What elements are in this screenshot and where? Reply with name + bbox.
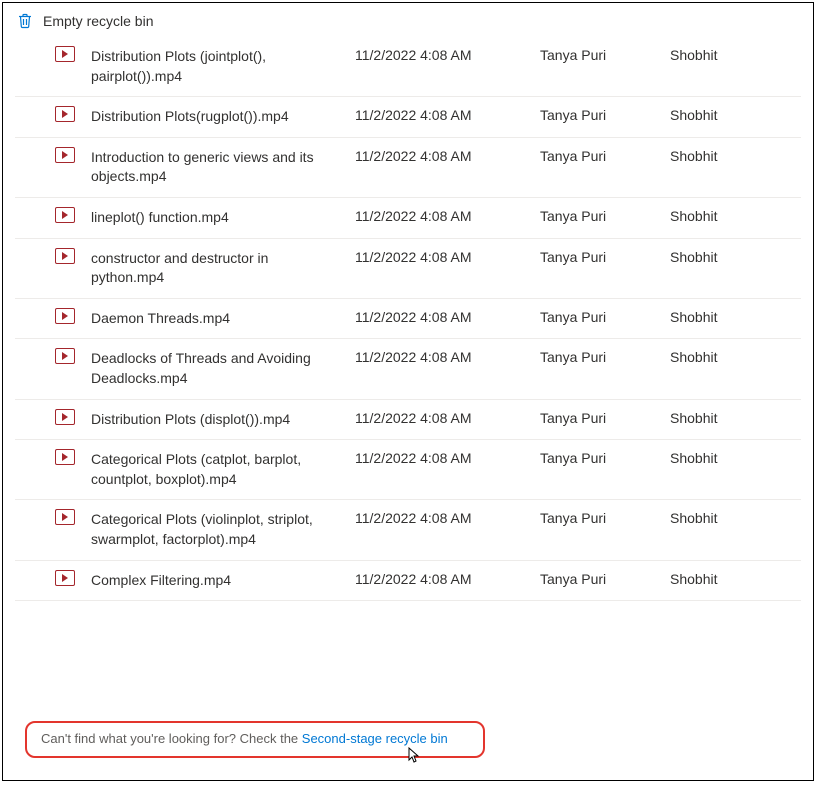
- row-select-cell[interactable]: [15, 560, 45, 601]
- deleted-by: Tanya Puri: [534, 440, 664, 500]
- file-name[interactable]: Distribution Plots (jointplot(), pairplo…: [85, 37, 349, 97]
- created-by: Shobhit: [664, 560, 801, 601]
- video-icon: [55, 147, 75, 163]
- table-row[interactable]: Introduction to generic views and its ob…: [15, 137, 801, 197]
- file-type-cell: [45, 37, 85, 97]
- row-select-cell[interactable]: [15, 440, 45, 500]
- created-by: Shobhit: [664, 238, 801, 298]
- row-select-cell[interactable]: [15, 197, 45, 238]
- file-name[interactable]: lineplot() function.mp4: [85, 197, 349, 238]
- created-by: Shobhit: [664, 37, 801, 97]
- date-deleted: 11/2/2022 4:08 AM: [349, 560, 534, 601]
- file-name[interactable]: Distribution Plots (displot()).mp4: [85, 399, 349, 440]
- row-select-cell[interactable]: [15, 137, 45, 197]
- video-icon: [55, 449, 75, 465]
- video-icon: [55, 207, 75, 223]
- footer-text: Can't find what you're looking for? Chec…: [41, 731, 302, 746]
- deleted-by: Tanya Puri: [534, 500, 664, 560]
- date-deleted: 11/2/2022 4:08 AM: [349, 137, 534, 197]
- row-select-cell[interactable]: [15, 97, 45, 138]
- table-row[interactable]: Complex Filtering.mp411/2/2022 4:08 AMTa…: [15, 560, 801, 601]
- created-by: Shobhit: [664, 500, 801, 560]
- file-type-cell: [45, 440, 85, 500]
- file-type-cell: [45, 560, 85, 601]
- file-type-cell: [45, 399, 85, 440]
- video-icon: [55, 106, 75, 122]
- row-select-cell[interactable]: [15, 500, 45, 560]
- file-name[interactable]: constructor and destructor in python.mp4: [85, 238, 349, 298]
- deleted-by: Tanya Puri: [534, 560, 664, 601]
- file-name[interactable]: Deadlocks of Threads and Avoiding Deadlo…: [85, 339, 349, 399]
- deleted-by: Tanya Puri: [534, 238, 664, 298]
- deleted-by: Tanya Puri: [534, 197, 664, 238]
- file-name[interactable]: Daemon Threads.mp4: [85, 298, 349, 339]
- deleted-by: Tanya Puri: [534, 339, 664, 399]
- deleted-by: Tanya Puri: [534, 298, 664, 339]
- date-deleted: 11/2/2022 4:08 AM: [349, 500, 534, 560]
- file-name[interactable]: Complex Filtering.mp4: [85, 560, 349, 601]
- video-icon: [55, 348, 75, 364]
- empty-recycle-bin-button[interactable]: Empty recycle bin: [43, 13, 153, 29]
- video-icon: [55, 509, 75, 525]
- table-row[interactable]: Distribution Plots (jointplot(), pairplo…: [15, 37, 801, 97]
- row-select-cell[interactable]: [15, 238, 45, 298]
- table-row[interactable]: Distribution Plots(rugplot()).mp411/2/20…: [15, 97, 801, 138]
- table-row[interactable]: Categorical Plots (violinplot, striplot,…: [15, 500, 801, 560]
- video-icon: [55, 248, 75, 264]
- file-type-cell: [45, 137, 85, 197]
- table-row[interactable]: Categorical Plots (catplot, barplot, cou…: [15, 440, 801, 500]
- created-by: Shobhit: [664, 298, 801, 339]
- date-deleted: 11/2/2022 4:08 AM: [349, 440, 534, 500]
- row-select-cell[interactable]: [15, 399, 45, 440]
- video-icon: [55, 409, 75, 425]
- table-row[interactable]: Distribution Plots (displot()).mp411/2/2…: [15, 399, 801, 440]
- row-select-cell[interactable]: [15, 339, 45, 399]
- file-type-cell: [45, 339, 85, 399]
- file-type-cell: [45, 197, 85, 238]
- second-stage-recycle-bin-link[interactable]: Second-stage recycle bin: [302, 731, 448, 746]
- video-icon: [55, 308, 75, 324]
- row-select-cell[interactable]: [15, 37, 45, 97]
- created-by: Shobhit: [664, 339, 801, 399]
- table-row[interactable]: Daemon Threads.mp411/2/2022 4:08 AMTanya…: [15, 298, 801, 339]
- created-by: Shobhit: [664, 137, 801, 197]
- date-deleted: 11/2/2022 4:08 AM: [349, 238, 534, 298]
- date-deleted: 11/2/2022 4:08 AM: [349, 399, 534, 440]
- trash-icon: [17, 13, 33, 29]
- date-deleted: 11/2/2022 4:08 AM: [349, 97, 534, 138]
- video-icon: [55, 46, 75, 62]
- date-deleted: 11/2/2022 4:08 AM: [349, 197, 534, 238]
- row-select-cell[interactable]: [15, 298, 45, 339]
- second-stage-callout: Can't find what you're looking for? Chec…: [25, 721, 485, 758]
- deleted-by: Tanya Puri: [534, 399, 664, 440]
- toolbar: Empty recycle bin: [3, 3, 813, 37]
- file-type-cell: [45, 97, 85, 138]
- table-row[interactable]: Deadlocks of Threads and Avoiding Deadlo…: [15, 339, 801, 399]
- table-row[interactable]: constructor and destructor in python.mp4…: [15, 238, 801, 298]
- date-deleted: 11/2/2022 4:08 AM: [349, 339, 534, 399]
- file-type-cell: [45, 500, 85, 560]
- cursor-icon: [405, 747, 421, 770]
- created-by: Shobhit: [664, 440, 801, 500]
- file-name[interactable]: Introduction to generic views and its ob…: [85, 137, 349, 197]
- created-by: Shobhit: [664, 399, 801, 440]
- video-icon: [55, 570, 75, 586]
- deleted-by: Tanya Puri: [534, 137, 664, 197]
- date-deleted: 11/2/2022 4:08 AM: [349, 298, 534, 339]
- file-name[interactable]: Categorical Plots (catplot, barplot, cou…: [85, 440, 349, 500]
- file-type-cell: [45, 238, 85, 298]
- file-name[interactable]: Categorical Plots (violinplot, striplot,…: [85, 500, 349, 560]
- created-by: Shobhit: [664, 197, 801, 238]
- footer: Can't find what you're looking for? Chec…: [3, 703, 813, 780]
- deleted-by: Tanya Puri: [534, 97, 664, 138]
- file-list: Distribution Plots (jointplot(), pairplo…: [3, 37, 813, 703]
- file-type-cell: [45, 298, 85, 339]
- created-by: Shobhit: [664, 97, 801, 138]
- deleted-by: Tanya Puri: [534, 37, 664, 97]
- date-deleted: 11/2/2022 4:08 AM: [349, 37, 534, 97]
- file-name[interactable]: Distribution Plots(rugplot()).mp4: [85, 97, 349, 138]
- table-row[interactable]: lineplot() function.mp411/2/2022 4:08 AM…: [15, 197, 801, 238]
- recycle-bin-panel: Empty recycle bin Distribution Plots (jo…: [2, 2, 814, 781]
